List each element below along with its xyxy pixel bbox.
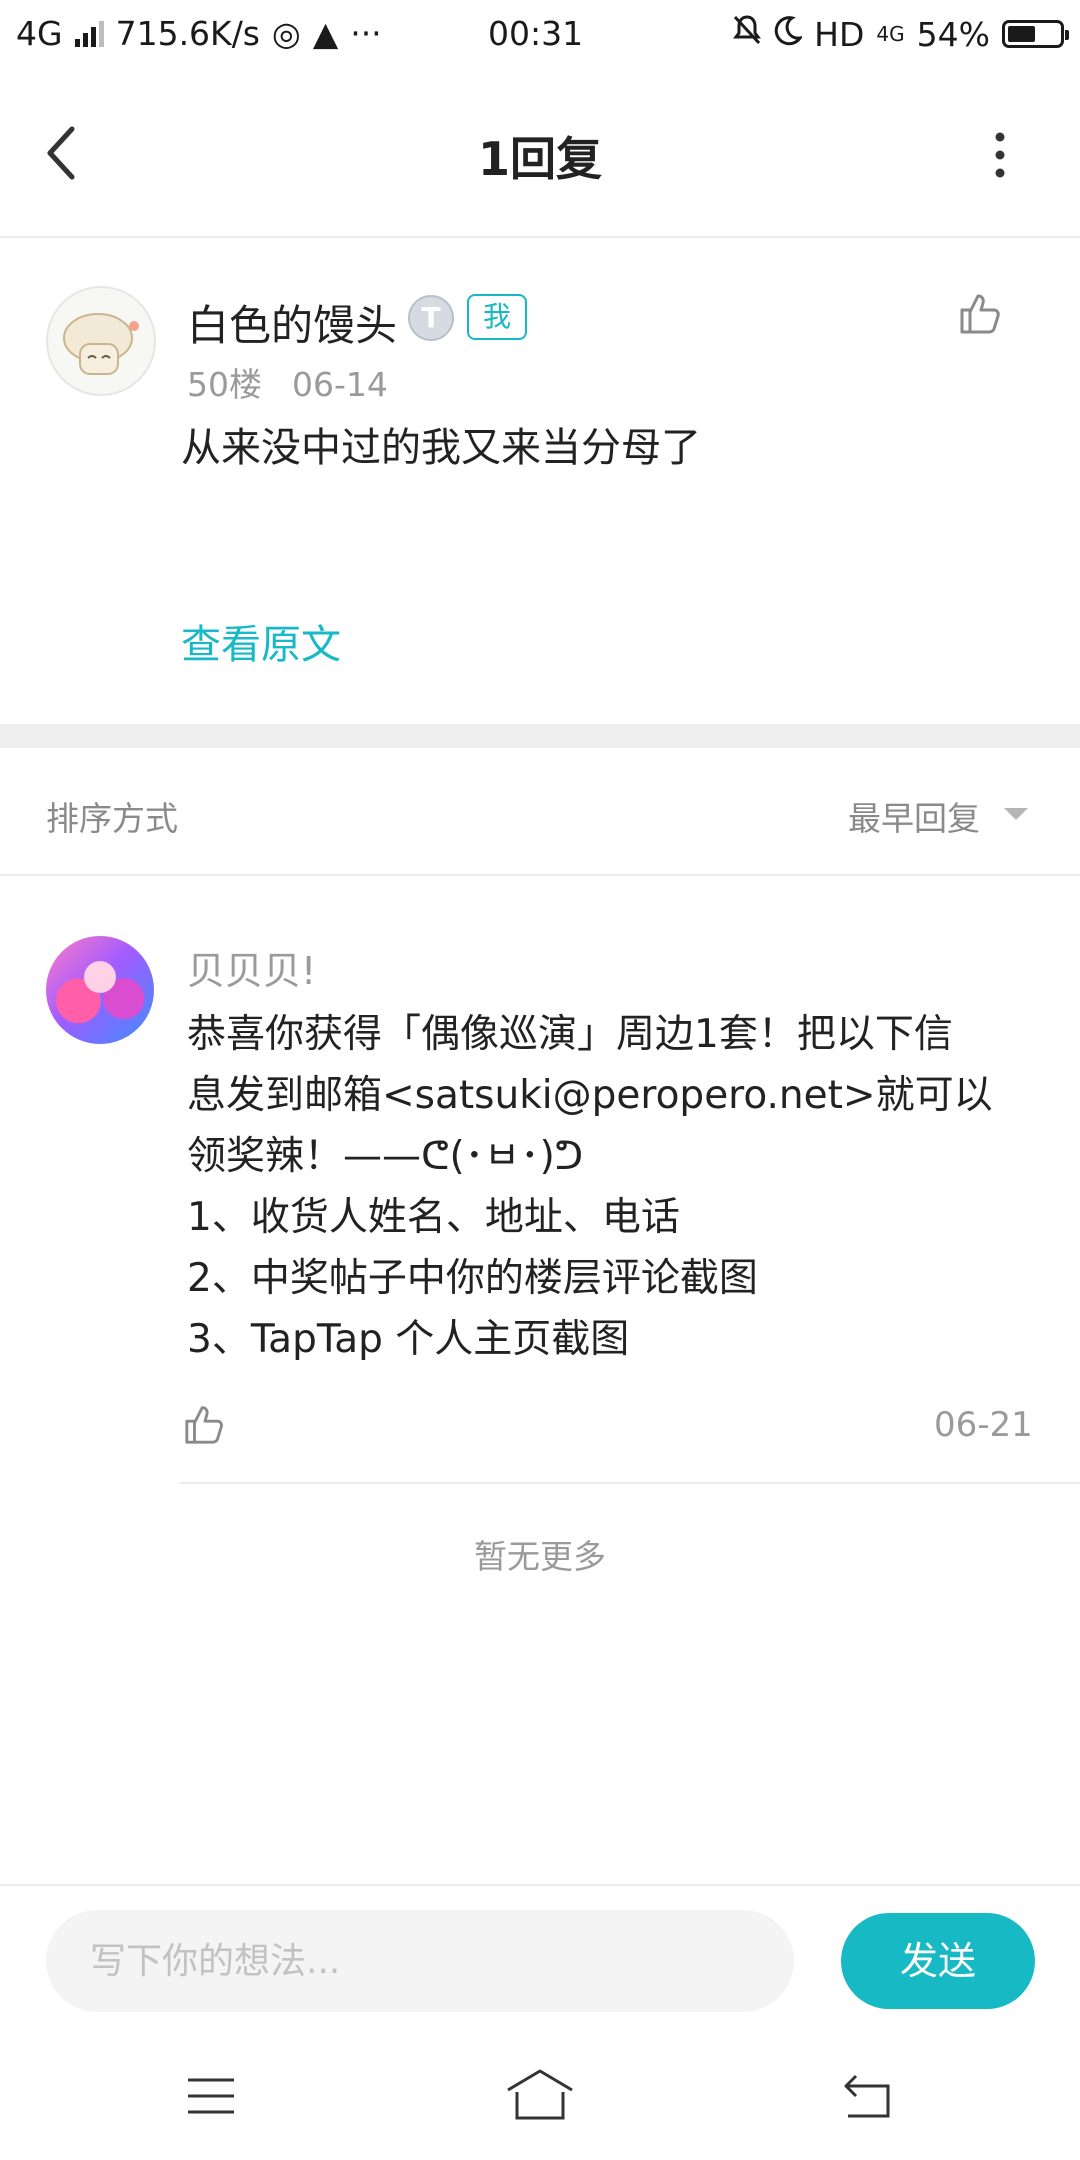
network-type: 4G (16, 14, 63, 53)
battery-percent: 54% (916, 14, 990, 54)
view-original-link[interactable]: 查看原文 (181, 612, 341, 670)
sort-dropdown[interactable]: 最早回复 (848, 792, 980, 840)
home-icon (507, 2069, 573, 2120)
status-bar: 4G 715.6K/s ◎ ▲ ··· 00:31 HD 4G 54% (0, 0, 1080, 75)
moon-icon (774, 15, 804, 54)
status-right: HD 4G 54% (732, 14, 1069, 54)
network-speed: 715.6K/s (115, 14, 261, 53)
post-content: 从来没中过的我又来当分母了 (181, 425, 701, 471)
page-title: 1回复 (477, 132, 602, 186)
system-back-button[interactable] (842, 2074, 896, 2118)
top-nav-bar: 1回复 (0, 75, 1080, 238)
me-badge: 我 (467, 294, 527, 340)
hd-indicator: HD (814, 14, 865, 54)
sync-icon: ◎ (272, 14, 301, 53)
reply-line: 息发到邮箱<satsuki@peropero.net>就可以 (187, 1073, 993, 1118)
status-left: 4G 715.6K/s ◎ ▲ ··· (16, 14, 382, 53)
thumbs-up-icon (960, 294, 1000, 334)
more-button[interactable] (990, 130, 1010, 180)
more-notifications-icon: ··· (350, 14, 382, 53)
reply-line: 1、收货人姓名、地址、电话 (187, 1195, 680, 1240)
signal-icon (74, 20, 104, 47)
section-divider (0, 724, 1080, 748)
reply-divider (180, 1482, 1080, 1484)
network-4g: 4G (876, 22, 905, 46)
caret-down-icon[interactable] (1004, 808, 1028, 820)
comment-composer: 发送 (0, 1884, 1080, 2028)
back-arrow-icon (844, 2074, 890, 2118)
mushroom-avatar-icon (63, 313, 139, 375)
send-button[interactable]: 发送 (841, 1913, 1035, 2009)
post-date: 06-14 (292, 365, 388, 404)
floor-number: 50楼 (187, 365, 262, 404)
reply-like-button[interactable] (183, 1402, 227, 1446)
post-meta: 50楼 06-14 (187, 358, 388, 406)
reply-line: 领奖辣！——ᕦ(･ㅂ･)ᕤ (187, 1134, 584, 1179)
avatar[interactable] (46, 286, 156, 396)
thumbs-up-icon (185, 1406, 223, 1444)
sort-label: 排序方式 (46, 799, 178, 838)
reply-author-name[interactable]: 贝贝贝! (187, 940, 316, 995)
recent-apps-button[interactable] (186, 2076, 236, 2116)
comment-input[interactable] (46, 1910, 794, 2012)
home-button[interactable] (505, 2068, 575, 2122)
post-author-name[interactable]: 白色的馒头 (187, 292, 397, 353)
level-badge: T (408, 295, 454, 341)
reply-line: 恭喜你获得「偶像巡演」周边1套！把以下信 (187, 1012, 953, 1057)
battery-icon (1002, 20, 1069, 48)
post-like-button[interactable] (958, 290, 1004, 336)
clock: 00:31 (488, 14, 584, 53)
more-vertical-icon (995, 132, 1005, 178)
reply-date: 06-21 (934, 1405, 1033, 1445)
reply-content: 恭喜你获得「偶像巡演」周边1套！把以下信 息发到邮箱<satsuki@perop… (187, 1004, 1027, 1370)
reply-line: 2、中奖帖子中你的楼层评论截图 (187, 1256, 758, 1301)
sort-bar: 排序方式 最早回复 (0, 748, 1080, 876)
menu-icon (188, 2078, 234, 2114)
mute-icon (732, 14, 762, 54)
reply-avatar[interactable] (46, 936, 154, 1044)
system-nav-bar (0, 2028, 1080, 2160)
reply-line: 3、TapTap 个人主页截图 (187, 1317, 630, 1362)
no-more-label: 暂无更多 (474, 1537, 606, 1576)
warning-icon: ▲ (312, 14, 339, 53)
